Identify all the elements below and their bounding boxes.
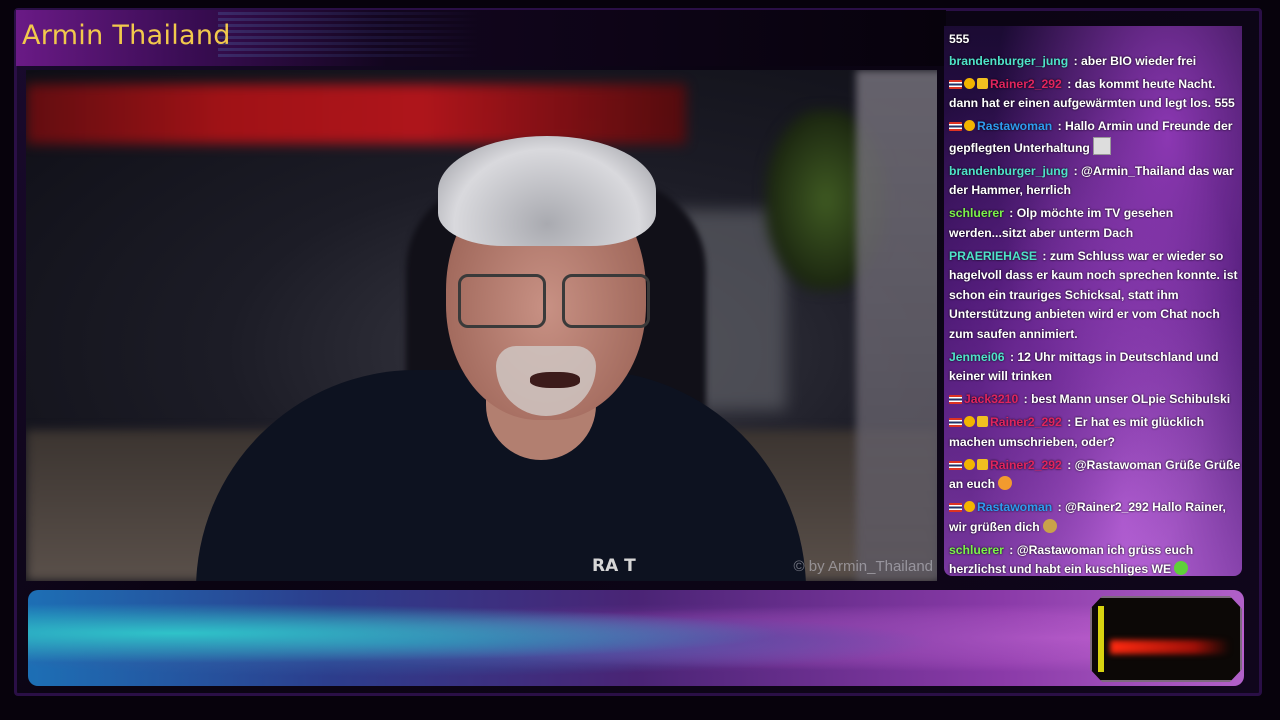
chat-username[interactable]: schluerer [949, 543, 1004, 557]
flag-icon [949, 503, 962, 512]
chat-message: schluerer : Olp möchte im TV gesehen wer… [949, 204, 1241, 243]
coin-badge-icon [964, 501, 975, 512]
chat-panel[interactable]: 555 brandenburger_jung : aber BIO wieder… [944, 26, 1242, 576]
streamer-hair [438, 136, 656, 246]
chat-message: Jenmei06 : 12 Uhr mittags in Deutschland… [949, 348, 1241, 387]
chat-username[interactable]: Rastawoman [977, 119, 1052, 133]
chat-message: brandenburger_jung : aber BIO wieder fre… [949, 52, 1241, 72]
chat-message: Rainer2_292 : @Rastawoman Grüße Grüße an… [949, 456, 1241, 495]
decorative-stripes [218, 12, 478, 64]
preview-thumbnail[interactable] [1090, 596, 1242, 682]
chat-username[interactable]: schluerer [949, 206, 1004, 220]
flag-icon [949, 122, 962, 131]
chat-username[interactable]: Rainer2_292 [990, 458, 1062, 472]
coin-badge-icon [964, 416, 975, 427]
chat-username[interactable]: Jack3210 [964, 392, 1018, 406]
chat-message: PRAERIEHASE : zum Schluss war er wieder … [949, 247, 1241, 345]
chat-username[interactable]: brandenburger_jung [949, 54, 1068, 68]
wave-emote-icon [1042, 518, 1057, 533]
chat-username[interactable]: Jenmei06 [949, 350, 1005, 364]
flag-icon [949, 395, 962, 404]
crown-badge-icon [977, 458, 988, 470]
coin-badge-icon [964, 120, 975, 131]
coin-badge-icon [964, 77, 975, 89]
chat-username[interactable]: PRAERIEHASE [949, 249, 1037, 263]
chat-username[interactable]: Rainer2_292 [990, 77, 1062, 91]
smile-emote-icon [998, 476, 1013, 490]
chat-message: brandenburger_jung : @Armin_Thailand das… [949, 162, 1241, 201]
flag-icon [949, 418, 962, 427]
crown-badge-icon [977, 77, 988, 89]
chat-message: Jack3210 : best Mann unser OLpie Schibul… [949, 390, 1241, 410]
chat-text: : aber BIO wieder frei [1070, 53, 1197, 68]
thumbnail-yellow-bar [1098, 606, 1104, 672]
streamer-glasses [458, 274, 658, 334]
chat-fragment: 555 [949, 32, 970, 46]
webcam-video[interactable]: RA T © by Armin_Thailand [26, 70, 937, 581]
green-emote-icon [1174, 561, 1189, 575]
chat-message: Rainer2_292 : das kommt heute Nacht. dan… [949, 75, 1241, 114]
chat-message: Rastawoman : @Rainer2_292 Hallo Rainer, … [949, 498, 1241, 537]
crown-badge-icon [977, 416, 988, 427]
chat-message: Rainer2_292 : Er hat es mit glücklich ma… [949, 413, 1241, 452]
background-red-light [26, 84, 686, 144]
image-emote-icon [1092, 136, 1111, 155]
chat-username[interactable]: brandenburger_jung [949, 164, 1068, 178]
streamer-mouth [530, 372, 580, 388]
thumbnail-red-glow [1110, 640, 1230, 654]
chat-text: : best Mann unser OLpie Schibulski [1020, 392, 1231, 406]
coin-badge-icon [964, 458, 975, 470]
flag-icon [949, 79, 962, 89]
bottom-banner [28, 590, 1244, 686]
stream-title: Armin Thailand [22, 20, 231, 51]
background-wall [856, 70, 937, 581]
chat-username[interactable]: Rainer2_292 [990, 415, 1062, 429]
flag-icon [949, 460, 962, 470]
shirt-logo: RA T [592, 556, 636, 576]
chat-message: schluerer : @Rastawoman ich grüss euch h… [949, 541, 1241, 577]
video-watermark: © by Armin_Thailand [793, 558, 933, 575]
chat-message: Rastawoman : Hallo Armin und Freunde der… [949, 117, 1241, 158]
chat-username[interactable]: Rastawoman [977, 500, 1052, 514]
